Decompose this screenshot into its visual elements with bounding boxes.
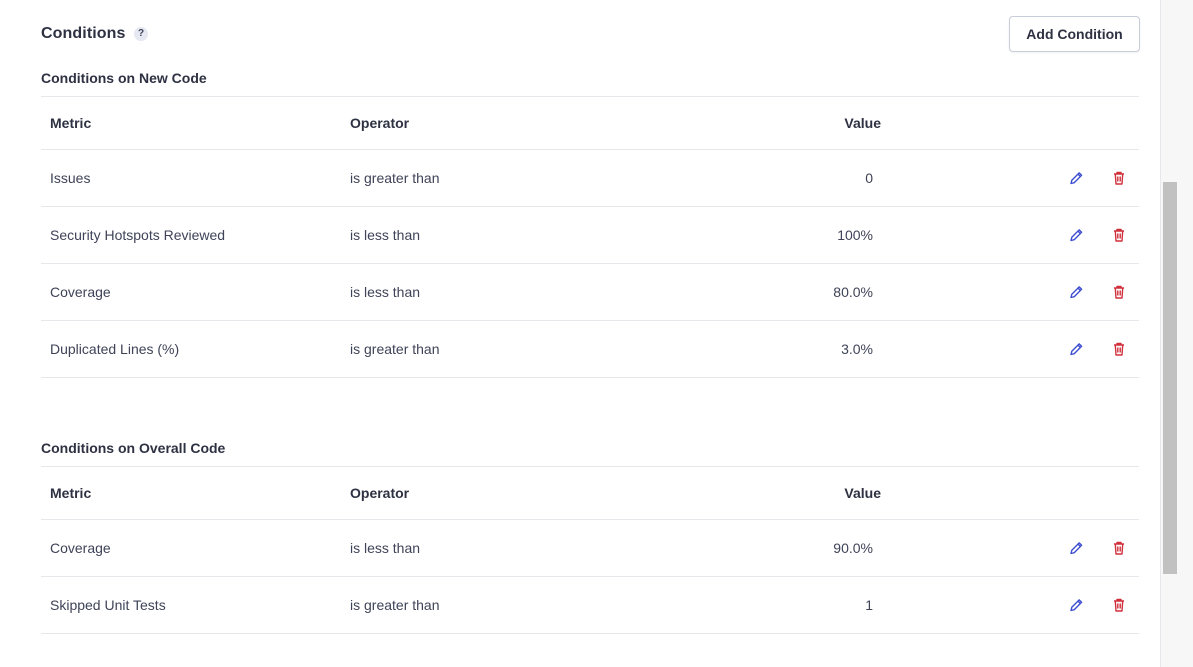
metric-cell: Coverage [50, 540, 111, 556]
pencil-icon[interactable] [1066, 538, 1086, 558]
metric-cell: Skipped Unit Tests [50, 597, 166, 613]
pencil-icon[interactable] [1066, 339, 1086, 359]
operator-cell: is less than [350, 540, 421, 556]
trash-icon[interactable] [1109, 225, 1129, 245]
operator-cell: is greater than [350, 341, 440, 357]
trash-icon[interactable] [1109, 168, 1129, 188]
table-header-row: Metric Operator Value [41, 97, 1139, 150]
trash-icon[interactable] [1109, 538, 1129, 558]
metric-cell: Security Hotspots Reviewed [50, 227, 226, 243]
operator-cell: is less than [350, 227, 421, 243]
row-actions [1066, 339, 1126, 359]
operator-cell: is greater than [350, 597, 440, 613]
new-code-section-title: Conditions on New Code [41, 70, 207, 86]
row-actions [1066, 282, 1126, 302]
conditions-header: Conditions ? Add Condition [41, 16, 1141, 52]
trash-icon[interactable] [1109, 282, 1129, 302]
value-cell: 0 [865, 170, 873, 186]
add-condition-button[interactable]: Add Condition [1009, 16, 1140, 52]
question-icon[interactable]: ? [134, 27, 148, 41]
row-actions [1066, 595, 1126, 615]
row-actions [1066, 538, 1126, 558]
operator-column-header: Operator [350, 115, 410, 131]
trash-icon[interactable] [1109, 595, 1129, 615]
pencil-icon[interactable] [1066, 168, 1086, 188]
table-row: Issues is greater than 0 [41, 150, 1139, 207]
metric-cell: Duplicated Lines (%) [50, 341, 180, 357]
value-cell: 80.0% [833, 284, 873, 300]
metric-column-header: Metric [50, 485, 92, 501]
value-cell: 1 [865, 597, 873, 613]
value-cell: 3.0% [841, 341, 873, 357]
page-title: Conditions [41, 25, 126, 42]
table-row: Coverage is less than 90.0% [41, 520, 1139, 577]
value-cell: 100% [837, 227, 873, 243]
value-cell: 90.0% [833, 540, 873, 556]
scrollbar-thumb[interactable] [1163, 182, 1177, 574]
new-code-table: Metric Operator Value Issues is greater … [41, 96, 1139, 378]
metric-cell: Issues [50, 170, 91, 186]
table-row: Coverage is less than 80.0% [41, 264, 1139, 321]
pencil-icon[interactable] [1066, 225, 1086, 245]
table-row: Duplicated Lines (%) is greater than 3.0… [41, 321, 1139, 378]
operator-cell: is greater than [350, 170, 440, 186]
table-row: Security Hotspots Reviewed is less than … [41, 207, 1139, 264]
row-actions [1066, 225, 1126, 245]
operator-cell: is less than [350, 284, 421, 300]
table-row: Skipped Unit Tests is greater than 1 [41, 577, 1139, 634]
metric-column-header: Metric [50, 115, 92, 131]
overall-code-table: Metric Operator Value Coverage is less t… [41, 466, 1139, 634]
value-column-header: Value [844, 485, 881, 501]
metric-cell: Coverage [50, 284, 111, 300]
row-actions [1066, 168, 1126, 188]
table-header-row: Metric Operator Value [41, 467, 1139, 520]
conditions-panel: Conditions ? Add Condition Conditions on… [0, 0, 1160, 667]
trash-icon[interactable] [1109, 339, 1129, 359]
operator-column-header: Operator [350, 485, 410, 501]
overall-code-section-title: Conditions on Overall Code [41, 440, 226, 456]
pencil-icon[interactable] [1066, 282, 1086, 302]
pencil-icon[interactable] [1066, 595, 1086, 615]
value-column-header: Value [844, 115, 881, 131]
